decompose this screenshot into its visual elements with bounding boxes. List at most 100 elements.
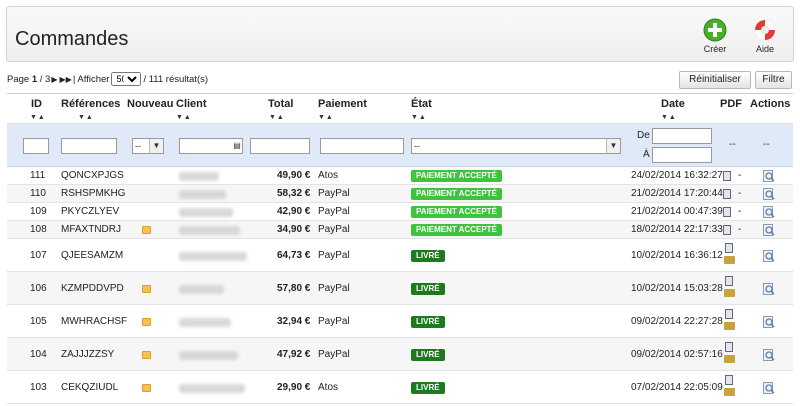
col-state: État xyxy=(411,98,432,110)
order-reference: QJEESAMZM xyxy=(61,250,124,261)
client-name-redacted xyxy=(179,172,219,181)
order-id: 109 xyxy=(30,206,47,217)
order-total: 58,32 € xyxy=(277,188,311,199)
new-filter-value: -- xyxy=(135,141,141,151)
delivery-slip-icon[interactable] xyxy=(724,355,735,363)
date-to-label: À xyxy=(643,149,650,160)
col-id: ID xyxy=(31,98,42,110)
lifebuoy-icon xyxy=(755,20,775,40)
new-filter-select[interactable]: -- ▼ xyxy=(132,138,164,154)
orders-table: ID ▼▲ Références ▼▲ Nouveau Client ▼▲ To… xyxy=(7,93,793,404)
order-payment: PayPal xyxy=(318,188,350,199)
table-row[interactable]: 106 KZMPDDVPD 57,80 € PayPal LIVRÉ 10/02/2014… xyxy=(7,272,793,305)
view-magnifier-icon[interactable] xyxy=(763,224,775,236)
view-magnifier-icon[interactable] xyxy=(763,349,775,361)
order-reference: KZMPDDVPD xyxy=(61,283,124,294)
pdf-dash: - xyxy=(738,224,742,235)
total-pages[interactable]: 3 xyxy=(45,74,50,85)
col-new: Nouveau xyxy=(127,98,174,110)
invoice-pdf-icon[interactable] xyxy=(723,207,731,217)
order-total: 57,80 € xyxy=(277,283,311,294)
display-label: | Afficher xyxy=(72,73,110,85)
delivery-slip-icon[interactable] xyxy=(724,388,735,396)
order-payment: PayPal xyxy=(318,349,350,360)
order-id: 110 xyxy=(30,188,46,199)
order-reference: CEKQZIUDL xyxy=(61,382,119,393)
invoice-pdf-icon[interactable] xyxy=(725,342,733,352)
table-row[interactable]: 111 QONCXPJGS 49,90 € Atos PAIEMENT ACCEPTÉ 2… xyxy=(7,167,793,185)
invoice-pdf-icon[interactable] xyxy=(723,189,731,199)
filter-button[interactable]: Filtre xyxy=(755,71,792,89)
chevron-down-icon: ▼ xyxy=(149,139,163,153)
sort-arrows-icon[interactable]: ▼▲ xyxy=(269,114,285,121)
table-row[interactable]: 109 PKYCZLYEV 42,90 € PayPal PAIEMENT ACCEPT… xyxy=(7,203,793,221)
table-row[interactable]: 107 QJEESAMZM 64,73 € PayPal LIVRÉ 10/02/2014… xyxy=(7,239,793,272)
references-filter-input[interactable] xyxy=(61,138,117,154)
help-button[interactable]: Aide xyxy=(745,18,785,62)
last-page-icon[interactable]: ▶▶ xyxy=(60,75,72,84)
invoice-pdf-icon[interactable] xyxy=(725,276,733,286)
client-name-redacted xyxy=(179,190,226,199)
filter-row: -- ▼ ▤ -- ▼ De À -- -- xyxy=(7,124,793,167)
total-filter-input[interactable] xyxy=(250,138,310,154)
invoice-pdf-icon[interactable] xyxy=(723,171,731,181)
delivery-slip-icon[interactable] xyxy=(724,289,735,297)
delivery-slip-icon[interactable] xyxy=(724,256,735,264)
status-badge: PAIEMENT ACCEPTÉ xyxy=(411,170,502,182)
page-header: Commandes Créer Aide xyxy=(6,6,794,62)
per-page-select[interactable]: 50 xyxy=(111,72,142,86)
view-magnifier-icon[interactable] xyxy=(763,170,775,182)
invoice-pdf-icon[interactable] xyxy=(725,243,733,253)
sort-arrows-icon[interactable]: ▼▲ xyxy=(30,114,46,121)
invoice-pdf-icon[interactable] xyxy=(723,225,731,235)
table-row[interactable]: 104 ZAJJJZZSY 47,92 € PayPal LIVRÉ 09/02/2014… xyxy=(7,338,793,371)
invoice-pdf-icon[interactable] xyxy=(725,309,733,319)
view-magnifier-icon[interactable] xyxy=(763,316,775,328)
results-count: / 111 résultat(s) xyxy=(143,73,209,85)
order-total: 42,90 € xyxy=(277,206,311,217)
current-page: 1 xyxy=(31,73,38,85)
page-label: Page xyxy=(7,73,30,85)
sort-arrows-icon[interactable]: ▼▲ xyxy=(411,114,427,121)
create-button[interactable]: Créer xyxy=(695,18,735,62)
view-magnifier-icon[interactable] xyxy=(763,283,775,295)
table-row[interactable]: 110 RSHSPMKHG 58,32 € PayPal PAIEMENT ACCEPT… xyxy=(7,185,793,203)
status-badge: PAIEMENT ACCEPTÉ xyxy=(411,188,502,200)
help-label: Aide xyxy=(755,44,774,54)
date-from-input[interactable] xyxy=(652,128,712,144)
envelope-icon xyxy=(142,384,151,392)
view-magnifier-icon[interactable] xyxy=(763,206,775,218)
pdf-dash: - xyxy=(738,170,742,181)
id-filter-input[interactable] xyxy=(23,138,49,154)
sort-arrows-icon[interactable]: ▼▲ xyxy=(176,114,192,121)
view-magnifier-icon[interactable] xyxy=(763,250,775,262)
order-date: 10/02/2014 16:36:12 xyxy=(631,250,723,261)
page-title: Commandes xyxy=(15,28,129,50)
order-total: 64,73 € xyxy=(277,250,311,261)
order-reference: MWHRACHSF xyxy=(61,316,128,327)
next-page-icon[interactable]: ▶ xyxy=(51,75,57,84)
reset-button[interactable]: Réinitialiser xyxy=(679,71,751,89)
payment-filter-input[interactable] xyxy=(320,138,404,154)
state-filter-value: -- xyxy=(414,141,420,151)
date-to-input[interactable] xyxy=(652,147,712,163)
col-total: Total xyxy=(268,98,294,110)
table-row[interactable]: 103 CEKQZIUDL 29,90 € Atos LIVRÉ 07/02/2014 2… xyxy=(7,371,793,404)
col-client: Client xyxy=(176,98,207,110)
client-name-redacted xyxy=(179,318,231,327)
sort-arrows-icon[interactable]: ▼▲ xyxy=(661,114,677,121)
client-filter-input[interactable]: ▤ xyxy=(179,138,243,154)
table-row[interactable]: 105 MWHRACHSF 32,94 € PayPal LIVRÉ 09/02/2014… xyxy=(7,305,793,338)
view-magnifier-icon[interactable] xyxy=(763,188,775,200)
table-row[interactable]: 108 MFAXTNDRJ 34,90 € PayPal PAIEMENT ACCEPT… xyxy=(7,221,793,239)
state-filter-select[interactable]: -- ▼ xyxy=(411,138,621,154)
sort-arrows-icon[interactable]: ▼▲ xyxy=(78,114,94,121)
order-reference: QONCXPJGS xyxy=(61,170,124,181)
date-from-label: De xyxy=(637,130,650,141)
envelope-icon xyxy=(142,226,151,234)
order-reference: MFAXTNDRJ xyxy=(61,224,121,235)
delivery-slip-icon[interactable] xyxy=(724,322,735,330)
sort-arrows-icon[interactable]: ▼▲ xyxy=(318,114,334,121)
view-magnifier-icon[interactable] xyxy=(763,382,775,394)
invoice-pdf-icon[interactable] xyxy=(725,375,733,385)
